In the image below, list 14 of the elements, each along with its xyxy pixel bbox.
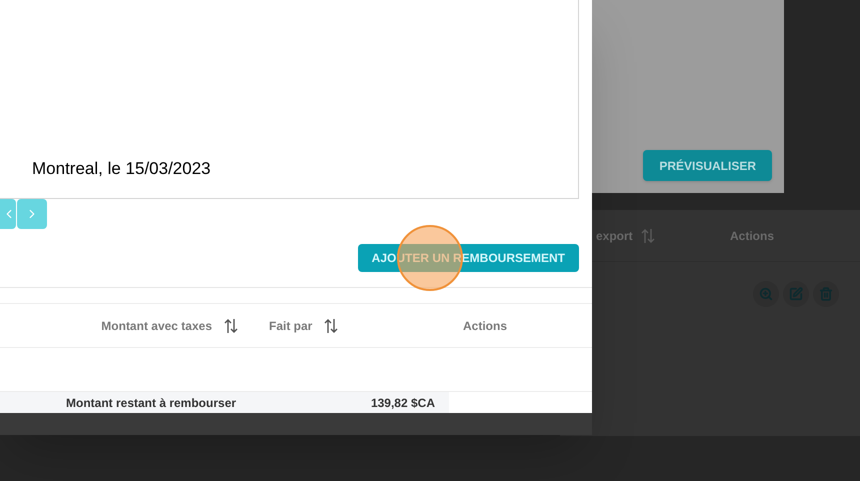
document-text: Montreal, le 15/03/2023 xyxy=(32,158,211,180)
summary-label: Montant restant à rembourser xyxy=(66,394,236,412)
summary-value: 139,82 $CA xyxy=(370,394,435,412)
column-header: Actions xyxy=(463,318,508,334)
zoom-icon[interactable] xyxy=(753,281,779,307)
previous-button[interactable] xyxy=(0,199,16,229)
edit-icon[interactable] xyxy=(783,281,809,307)
sort-icon[interactable] xyxy=(324,318,338,334)
delete-icon[interactable] xyxy=(813,281,839,307)
column-header: Montant avec taxes xyxy=(101,318,212,334)
sort-icon[interactable] xyxy=(224,318,238,334)
column-header: Fait par xyxy=(269,318,312,334)
next-button[interactable] xyxy=(17,199,47,229)
preview-button[interactable]: PRÉVISUALISER xyxy=(643,150,772,181)
